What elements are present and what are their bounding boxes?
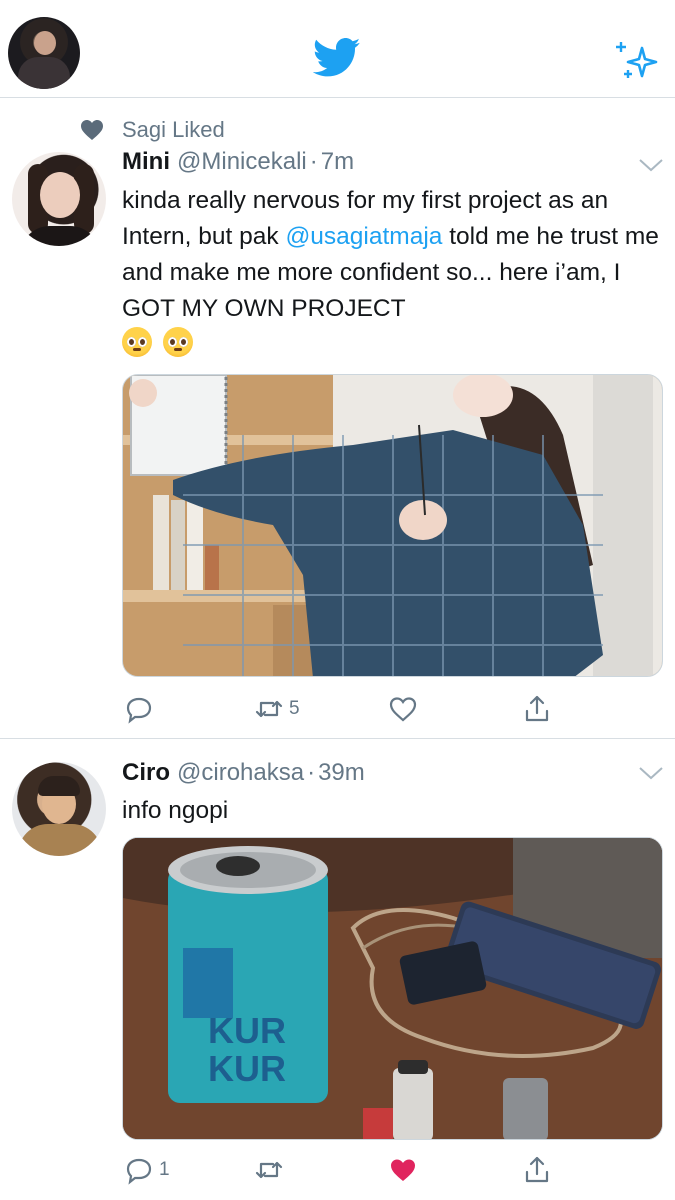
chevron-down-icon[interactable]: [638, 157, 664, 173]
tweet-photo[interactable]: [122, 374, 663, 677]
tweet-header: Ciro @cirohaksa · 39m: [122, 759, 365, 789]
share-button[interactable]: [522, 1150, 552, 1190]
tweet-text: kinda really nervous for my first projec…: [122, 183, 662, 363]
chevron-down-icon[interactable]: [638, 765, 664, 781]
like-button[interactable]: [388, 689, 423, 729]
user-handle[interactable]: @Minicekali: [177, 148, 307, 176]
photo-girl-holding-notebook: [123, 375, 662, 676]
avatar-body: [18, 57, 70, 89]
retweet-icon: [255, 1161, 283, 1179]
tweet-photo[interactable]: KUR KUR: [122, 837, 663, 1140]
heart-outline-icon: [389, 697, 417, 722]
retweet-button[interactable]: [254, 1150, 289, 1190]
svg-text:KUR: KUR: [208, 1010, 286, 1051]
avatar-hair: [38, 776, 80, 796]
top-app-bar: [0, 0, 675, 98]
avatar-face: [34, 31, 56, 55]
tweet-text: info ngopi: [122, 797, 229, 824]
avatar-body: [18, 824, 102, 856]
tweet-header: Mini @Minicekali · 7m: [122, 148, 354, 178]
share-icon: [525, 695, 549, 722]
social-context-label: Sagi Liked: [122, 117, 225, 142]
like-button[interactable]: [388, 1150, 423, 1190]
heart-icon: [81, 120, 103, 140]
reply-count: 1: [159, 1159, 170, 1180]
tweet-card[interactable]: Ciro @cirohaksa · 39m info ngopi KUR KUR: [0, 740, 675, 1200]
retweet-count: 5: [289, 698, 300, 719]
retweet-icon: [255, 700, 283, 718]
reply-button[interactable]: 1: [124, 1150, 170, 1190]
avatar-face: [40, 172, 80, 218]
timestamp[interactable]: 7m: [321, 148, 354, 176]
reply-icon: [126, 1158, 152, 1185]
sparkle-icon[interactable]: [614, 40, 660, 82]
separator-dot: ·: [309, 148, 318, 175]
mention-link[interactable]: @usagiatmaja: [285, 223, 442, 250]
display-name[interactable]: Mini: [122, 148, 170, 176]
tweet-card[interactable]: Sagi Liked Mini @Minicekali · 7m kinda r…: [0, 99, 675, 739]
retweet-button[interactable]: 5: [254, 689, 300, 729]
tweet-actions: 1: [0, 1150, 675, 1190]
share-icon: [525, 1156, 549, 1183]
twitter-bird-icon: [313, 38, 361, 77]
separator-dot: ·: [307, 759, 316, 786]
share-button[interactable]: [522, 689, 552, 729]
avatar[interactable]: [12, 762, 106, 856]
svg-text:KUR: KUR: [208, 1048, 286, 1089]
social-context: Sagi Liked: [80, 117, 225, 143]
reply-icon: [126, 697, 152, 724]
profile-avatar[interactable]: [8, 17, 80, 89]
tweet-actions: 5: [0, 689, 675, 729]
timestamp[interactable]: 39m: [318, 759, 365, 787]
heart-filled-icon: [391, 1159, 415, 1181]
pleading-face-emoji: [162, 327, 193, 357]
avatar[interactable]: [12, 152, 106, 246]
reply-button[interactable]: [124, 689, 159, 729]
pleading-face-emoji: [122, 327, 152, 357]
user-handle[interactable]: @cirohaksa: [177, 759, 304, 787]
display-name[interactable]: Ciro: [122, 759, 170, 787]
photo-can-and-powerbank: KUR KUR: [123, 838, 662, 1139]
